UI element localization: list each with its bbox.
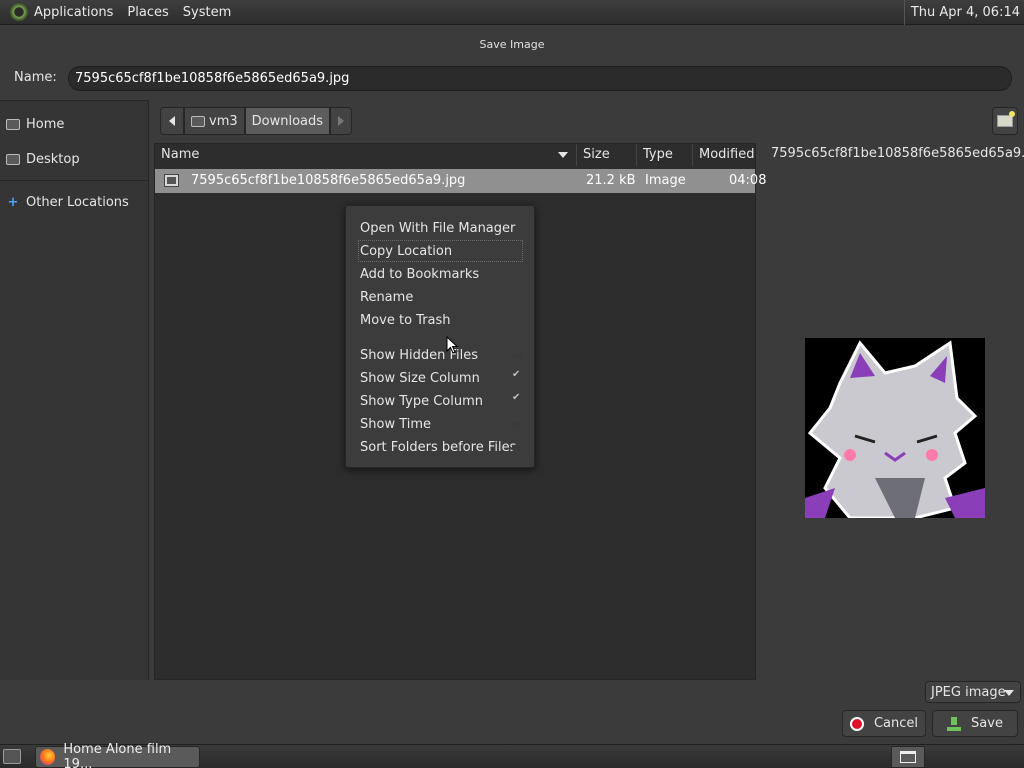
- path-segment-downloads[interactable]: Downloads: [244, 107, 331, 135]
- column-header-modified[interactable]: Modified: [693, 144, 755, 166]
- preview-filename: 7595c65cf8f1be10858f6e5865ed65a9.jpg: [771, 146, 1024, 161]
- system-menu[interactable]: System: [183, 5, 231, 20]
- sidebar-item-home[interactable]: Home: [6, 114, 64, 134]
- save-button-label: Save: [971, 716, 1003, 731]
- dialog-title: Save Image: [479, 38, 545, 51]
- image-file-icon: [164, 174, 179, 187]
- menu-item-show-hidden-files[interactable]: Show Hidden Files: [360, 346, 478, 366]
- sidebar-item-label: Desktop: [26, 151, 80, 167]
- chevron-left-icon: [169, 116, 175, 126]
- menu-item-rename[interactable]: Rename: [360, 288, 413, 308]
- file-type-label: JPEG image: [931, 684, 1006, 700]
- cancel-button[interactable]: Cancel: [842, 710, 926, 737]
- column-header-label: Type: [643, 147, 673, 162]
- home-folder-icon: [6, 118, 20, 130]
- path-forward-button[interactable]: [330, 107, 353, 135]
- top-panel: Applications Places System Thu Apr 4, 06…: [0, 0, 1024, 25]
- desktop-folder-icon: [6, 153, 20, 165]
- checkmark-icon[interactable]: [512, 392, 522, 406]
- path-back-button[interactable]: [160, 107, 184, 135]
- column-header-type[interactable]: Type: [637, 144, 693, 166]
- new-folder-icon: [997, 111, 1015, 127]
- menu-item-copy-location[interactable]: Copy Location: [360, 242, 452, 262]
- cat-character-illustration: [805, 338, 985, 518]
- file-type: Image: [645, 173, 686, 188]
- cancel-icon: [849, 716, 864, 731]
- column-header-label: Modified: [699, 147, 755, 162]
- save-download-icon: [947, 716, 962, 731]
- filename-input[interactable]: 7595c65cf8f1be10858f6e5865ed65a9.jpg: [68, 66, 1012, 91]
- mouse-pointer-icon: [446, 336, 458, 354]
- sort-descending-icon: [558, 152, 568, 158]
- column-header-size[interactable]: Size: [577, 144, 637, 166]
- menu-item-move-to-trash[interactable]: Move to Trash: [360, 311, 451, 331]
- taskbar-window-label: Home Alone film 19...: [63, 742, 172, 768]
- column-header-name[interactable]: Name: [155, 144, 577, 166]
- save-button[interactable]: Save: [932, 710, 1018, 737]
- workspace-window-icon: [900, 751, 916, 763]
- file-row[interactable]: 7595c65cf8f1be10858f6e5865ed65a9.jpg 21.…: [155, 169, 766, 193]
- file-size: 21.2 kB: [586, 173, 636, 188]
- file-type-dropdown[interactable]: JPEG image: [925, 681, 1021, 703]
- path-segment-label: vm3: [209, 113, 238, 129]
- checkbox-unchecked-icon[interactable]: [512, 353, 522, 359]
- column-header-label: Size: [583, 147, 610, 162]
- create-folder-button[interactable]: [992, 107, 1018, 135]
- workspace-switcher[interactable]: [891, 746, 925, 768]
- checkmark-icon[interactable]: [512, 369, 522, 383]
- image-preview: [805, 338, 985, 518]
- menu-item-sort-folders-before-files[interactable]: Sort Folders before Files: [360, 438, 516, 458]
- taskbar-window-firefox[interactable]: Home Alone film 19...: [35, 742, 200, 768]
- home-folder-icon: [191, 115, 205, 127]
- file-context-menu: Open With File Manager Copy Location Add…: [345, 205, 535, 468]
- cancel-button-label: Cancel: [873, 716, 919, 731]
- menu-item-show-type-column[interactable]: Show Type Column: [360, 392, 483, 412]
- name-label: Name:: [14, 70, 57, 85]
- places-sidebar: Home Desktop + Other Locations: [0, 100, 149, 680]
- sidebar-item-other-locations[interactable]: + Other Locations: [6, 192, 129, 212]
- sidebar-item-desktop[interactable]: Desktop: [6, 149, 80, 169]
- menu-item-add-to-bookmarks[interactable]: Add to Bookmarks: [360, 265, 479, 285]
- sidebar-divider: [0, 180, 149, 181]
- bottom-taskbar: Home Alone film 19...: [0, 742, 1024, 768]
- menu-item-show-time[interactable]: Show Time: [360, 415, 431, 435]
- checkbox-unchecked-icon[interactable]: [512, 445, 522, 451]
- name-row: Name: 7595c65cf8f1be10858f6e5865ed65a9.j…: [0, 64, 1024, 92]
- sidebar-item-label: Home: [26, 116, 65, 132]
- dropdown-arrow-icon: [1004, 690, 1014, 696]
- plus-icon: +: [7, 194, 19, 210]
- clock[interactable]: Thu Apr 4, 06:14: [903, 0, 1020, 25]
- path-segment-vm3[interactable]: vm3: [184, 107, 245, 135]
- path-bar: vm3 Downloads: [160, 107, 353, 135]
- path-segment-label: Downloads: [251, 113, 324, 129]
- show-desktop-icon[interactable]: [3, 749, 21, 764]
- file-modified: 04:08: [729, 173, 767, 188]
- places-menu[interactable]: Places: [127, 5, 168, 20]
- applications-menu[interactable]: Applications: [34, 5, 113, 20]
- chevron-right-icon: [338, 116, 345, 126]
- checkbox-unchecked-icon[interactable]: [512, 422, 522, 428]
- menu-item-open-with-file-manager[interactable]: Open With File Manager: [360, 219, 515, 239]
- column-header-label: Name: [161, 147, 200, 162]
- menu-item-show-size-column[interactable]: Show Size Column: [360, 369, 480, 389]
- distro-logo-icon[interactable]: [10, 3, 28, 21]
- firefox-icon: [40, 749, 56, 765]
- sidebar-item-label: Other Locations: [26, 194, 129, 210]
- file-name: 7595c65cf8f1be10858f6e5865ed65a9.jpg: [191, 173, 466, 188]
